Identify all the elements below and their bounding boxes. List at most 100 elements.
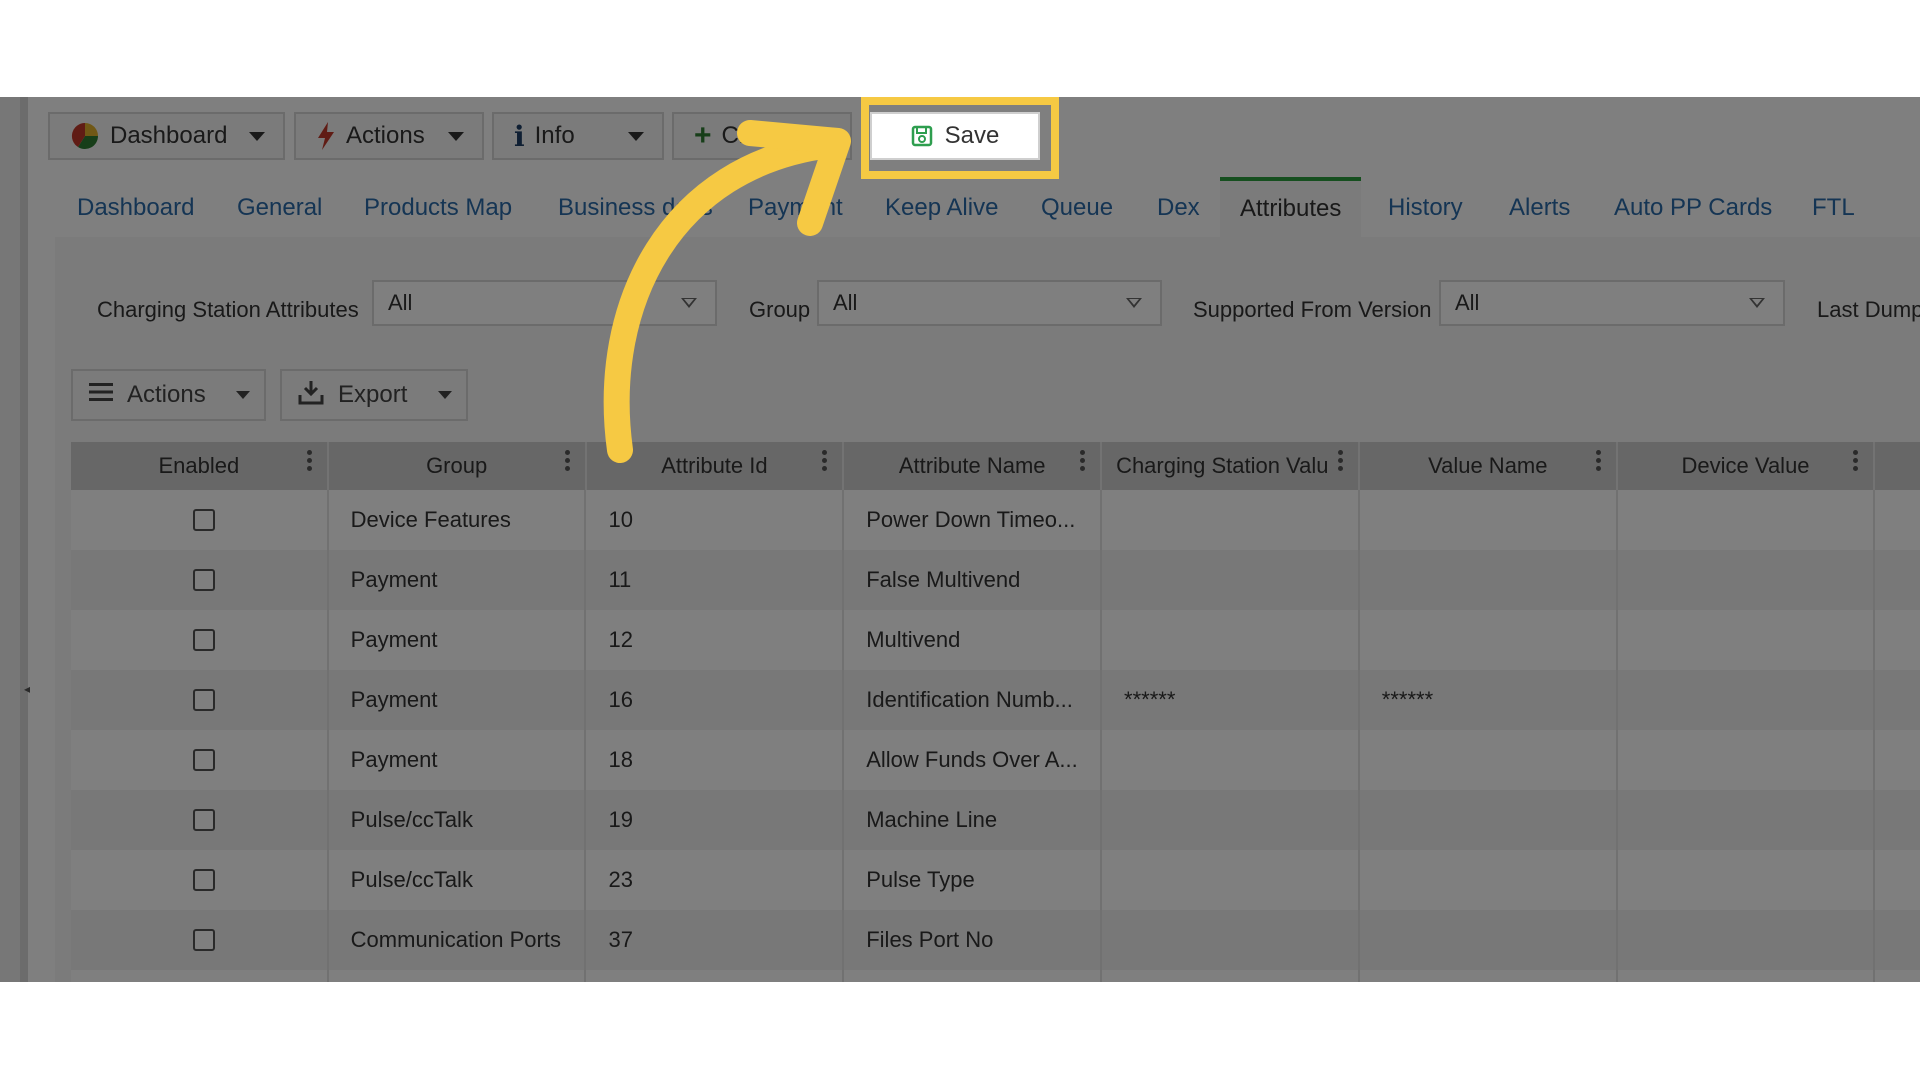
device-value-cell (1618, 670, 1876, 730)
column-header-device-value[interactable]: Device Value (1618, 442, 1876, 490)
tab-auto-pp-cards[interactable]: Auto PP Cards (1614, 179, 1772, 237)
enabled-checkbox[interactable] (192, 629, 215, 651)
supported-from-version-select[interactable]: All (1439, 280, 1785, 326)
dashboard-menu-button[interactable]: Dashboard (48, 112, 285, 160)
group-cell: Device Features (329, 490, 587, 550)
value-name-cell (1360, 850, 1618, 910)
charging-station-value-cell (1102, 490, 1360, 550)
group-cell: Payment (329, 670, 587, 730)
attribute-name-cell: False Multivend (844, 550, 1103, 610)
tab-attributes[interactable]: Attributes (1220, 177, 1362, 237)
curved-arrow-icon (603, 120, 851, 463)
table-row[interactable]: Payment 11 False Multivend (71, 550, 1920, 610)
value-name-cell: ****** (1360, 670, 1618, 730)
column-header-attribute-name[interactable]: Attribute Name (844, 442, 1103, 490)
table-row[interactable]: Payment 16 Identification Numb... ****** ***… (71, 670, 1920, 730)
table-header-row: Enabled Group Attribute Id Attribute Nam… (71, 442, 1920, 490)
actions-menu-button[interactable]: Actions (294, 112, 484, 160)
tab-alerts[interactable]: Alerts (1509, 179, 1570, 237)
enabled-checkbox[interactable] (192, 929, 215, 951)
tab-dex[interactable]: Dex (1157, 179, 1200, 237)
attribute-id-cell: 11 (586, 550, 845, 610)
charging-station-value-cell: ****** (1102, 670, 1360, 730)
charging-station-attributes-label: Charging Station Attributes (97, 297, 359, 322)
column-header-charging-station-value[interactable]: Charging Station Valu (1102, 442, 1360, 490)
column-header-enabled[interactable]: Enabled (71, 442, 329, 490)
device-value-cell (1618, 550, 1876, 610)
table-row[interactable]: Pulse/ccTalk 23 Pulse Type (71, 850, 1920, 910)
export-button[interactable]: Export (280, 369, 468, 421)
extra-cell (1875, 730, 1920, 790)
table-row[interactable]: Device Features 10 Power Down Timeo... (71, 490, 1920, 550)
column-menu-icon[interactable] (564, 450, 571, 474)
download-icon (298, 379, 324, 412)
group-cell: Payment (329, 730, 587, 790)
attribute-name-cell: Power Down Timeo... (844, 490, 1103, 550)
tab-ftl[interactable]: FTL (1812, 179, 1855, 237)
charging-station-value-cell (1102, 910, 1360, 970)
column-menu-icon[interactable] (1595, 450, 1602, 474)
enabled-checkbox[interactable] (192, 869, 215, 891)
column-menu-icon[interactable] (1080, 450, 1086, 474)
dropdown-triangle-icon (1126, 298, 1142, 308)
extra-cell (1875, 490, 1920, 550)
tab-general[interactable]: General (237, 179, 322, 237)
tab-keep-alive[interactable]: Keep Alive (885, 179, 998, 237)
column-header-label: Charging Station Valu (1116, 453, 1329, 478)
column-header-label: Group (426, 453, 488, 478)
table-row[interactable]: Payment 12 Multivend (71, 610, 1920, 670)
enabled-cell (71, 550, 329, 610)
dropdown-triangle-icon (1749, 298, 1765, 308)
charging-station-value-cell (1102, 850, 1360, 910)
grid-actions-button[interactable]: Actions (71, 369, 266, 421)
charging-station-value-cell (1102, 550, 1360, 610)
attribute-name-cell: Identification Numb... (844, 670, 1103, 730)
enabled-checkbox[interactable] (192, 509, 215, 531)
enabled-cell (71, 850, 329, 910)
device-value-cell (1618, 730, 1876, 790)
collapse-arrow-icon[interactable]: ◂ (24, 682, 30, 696)
group-cell: Payment (329, 610, 587, 670)
enabled-cell (71, 670, 329, 730)
attribute-id-cell: 23 (586, 850, 845, 910)
column-header-label: Value Name (1428, 453, 1548, 478)
tab-dashboard[interactable]: Dashboard (77, 179, 194, 237)
supported-from-version-label: Supported From Version (1193, 297, 1432, 322)
value-name-cell (1360, 610, 1618, 670)
enabled-checkbox[interactable] (192, 809, 215, 831)
group-cell: Pulse/ccTalk (329, 850, 587, 910)
column-menu-icon[interactable] (1337, 450, 1344, 474)
attribute-name-cell: Payment Port No (844, 970, 1103, 982)
attributes-panel: Charging Station Attributes All Group Al… (55, 237, 1920, 982)
value-name-cell (1360, 550, 1618, 610)
column-header-label: Enabled (158, 453, 240, 478)
info-icon: i (514, 119, 525, 153)
chevron-down-icon (236, 391, 250, 399)
column-menu-icon[interactable] (1853, 450, 1859, 474)
grid-actions-label: Actions (127, 381, 206, 408)
enabled-checkbox[interactable] (192, 569, 215, 591)
attribute-id-cell: 19 (586, 790, 845, 850)
left-sidebar-collapsed[interactable]: ◂ (0, 97, 30, 982)
attribute-id-cell: 37 (586, 910, 845, 970)
tab-history[interactable]: History (1388, 179, 1463, 237)
enabled-checkbox[interactable] (192, 749, 215, 771)
column-header-group[interactable]: Group (329, 442, 587, 490)
sidebar-splitter[interactable] (20, 97, 28, 982)
tab-queue[interactable]: Queue (1041, 179, 1113, 237)
tab-bar: Dashboard General Products Map Business … (55, 177, 1920, 237)
enabled-cell (71, 730, 329, 790)
table-row[interactable]: Payment 18 Allow Funds Over A... (71, 730, 1920, 790)
tab-products-map[interactable]: Products Map (364, 179, 512, 237)
chevron-down-icon (438, 391, 452, 399)
table-row[interactable]: Pulse/ccTalk 19 Machine Line (71, 790, 1920, 850)
column-menu-icon[interactable] (306, 450, 313, 474)
value-name-cell (1360, 790, 1618, 850)
column-header-value-name[interactable]: Value Name (1360, 442, 1618, 490)
enabled-checkbox[interactable] (192, 689, 215, 711)
column-header-extra (1875, 442, 1920, 490)
enabled-cell (71, 970, 329, 982)
table-row[interactable]: Communication Ports 37 Files Port No (71, 910, 1920, 970)
table-row[interactable]: Communication Ports38Payment Port No (71, 970, 1920, 982)
device-value-cell (1618, 970, 1876, 982)
